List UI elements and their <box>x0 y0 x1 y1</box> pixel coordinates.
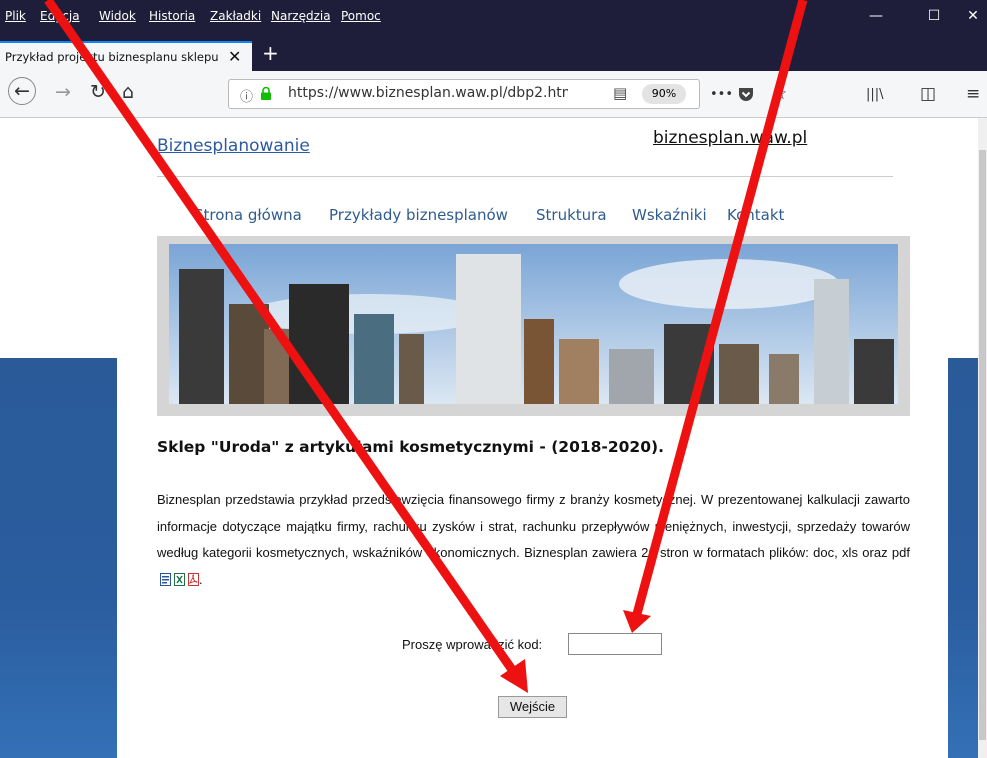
zoom-level-badge[interactable]: 90% <box>642 84 686 104</box>
description-end: . <box>199 571 203 587</box>
domain-link[interactable]: biznesplan.waw.pl <box>653 128 807 148</box>
site-title-link[interactable]: Biznesplanowanie <box>157 136 310 156</box>
back-button[interactable]: ← <box>8 77 36 105</box>
reload-button[interactable]: ↻ <box>90 81 106 103</box>
reader-view-icon[interactable]: ▤ <box>613 84 627 102</box>
navigation-toolbar: ← → ↻ ⌂ ⓘ https://www.biznesplan.waw.pl/… <box>0 71 987 118</box>
page-actions-icon[interactable]: ••• <box>710 87 733 102</box>
hero-banner <box>157 236 910 416</box>
enter-button[interactable]: Wejście <box>498 696 567 718</box>
menu-historia[interactable]: Historia <box>149 9 195 23</box>
menu-narzedzia[interactable]: Narzędzia <box>271 9 331 23</box>
nav-contact[interactable]: Kontakt <box>727 206 784 224</box>
bookmark-star-icon[interactable]: ☆ <box>772 84 787 104</box>
nav-structure[interactable]: Struktura <box>536 206 607 224</box>
tab-close-icon[interactable]: ✕ <box>228 47 241 66</box>
minimize-button[interactable]: — <box>853 8 899 24</box>
description-text: Biznesplan przedstawia przykład przedsię… <box>157 492 910 560</box>
page-viewport: Biznesplanowanie biznesplan.waw.pl Stron… <box>0 118 978 758</box>
menu-bar: Plik Edycja Widok Historia Zakładki Narz… <box>0 0 987 37</box>
city-skyline-image <box>169 244 898 404</box>
menu-plik[interactable]: Plik <box>5 9 26 23</box>
code-label: Proszę wprowadzić kod: <box>402 637 543 652</box>
nav-indicators[interactable]: Wskaźniki <box>632 206 707 224</box>
header-divider <box>157 176 893 177</box>
url-text[interactable]: https://www.biznesplan.waw.pl/dbp2.htm <box>288 85 568 101</box>
new-tab-button[interactable]: + <box>262 41 279 65</box>
nav-home[interactable]: Strona główna <box>194 206 302 224</box>
tab-strip: Przykład projektu biznesplanu sklepu ✕ + <box>0 37 987 71</box>
code-input[interactable] <box>568 633 662 655</box>
description-paragraph: Biznesplan przedstawia przykład przedsię… <box>157 487 910 593</box>
page-content: Biznesplanowanie biznesplan.waw.pl Stron… <box>117 118 948 758</box>
pdf-icon[interactable] <box>188 572 199 586</box>
close-window-button[interactable]: ✕ <box>950 8 987 24</box>
hamburger-menu-icon[interactable]: ≡ <box>966 84 980 104</box>
tab-title: Przykład projektu biznesplanu sklepu <box>5 50 219 64</box>
menu-edycja[interactable]: Edycja <box>40 9 80 23</box>
url-bar[interactable]: ⓘ https://www.biznesplan.waw.pl/dbp2.htm… <box>228 79 700 109</box>
library-icon[interactable]: |||\ <box>866 87 884 102</box>
menu-zakladki[interactable]: Zakładki <box>210 9 261 23</box>
lock-icon <box>261 87 271 100</box>
vertical-scrollbar[interactable] <box>978 118 987 758</box>
word-icon[interactable] <box>160 572 171 586</box>
pocket-icon[interactable] <box>737 86 755 103</box>
home-button[interactable]: ⌂ <box>122 81 134 103</box>
browser-tab[interactable]: Przykład projektu biznesplanu sklepu ✕ <box>0 41 252 71</box>
sidebar-icon[interactable]: ◫ <box>920 84 936 104</box>
menu-pomoc[interactable]: Pomoc <box>341 9 381 23</box>
forward-button[interactable]: → <box>55 81 71 103</box>
menu-widok[interactable]: Widok <box>99 9 136 23</box>
page-heading: Sklep "Uroda" z artykułami kosmetycznymi… <box>157 438 664 456</box>
site-info-icon[interactable]: ⓘ <box>240 86 253 105</box>
scrollbar-thumb[interactable] <box>979 150 986 740</box>
excel-icon[interactable] <box>174 572 185 586</box>
nav-examples[interactable]: Przykłady biznesplanów <box>329 206 508 224</box>
